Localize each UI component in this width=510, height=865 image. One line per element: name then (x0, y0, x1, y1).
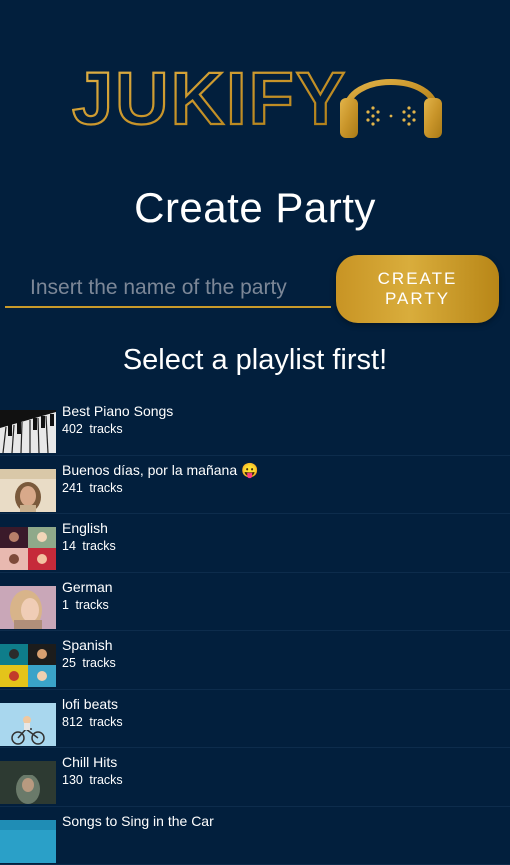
playlist-track-count: 1 tracks (62, 598, 109, 612)
party-name-input[interactable] (5, 270, 331, 308)
playlist-list: Best Piano Songs 402 tracks Buenos días,… (0, 397, 510, 865)
playlist-item[interactable]: Chill Hits 130 tracks (0, 748, 510, 807)
playlist-cover (0, 469, 56, 512)
logo-text: JUKIFY (72, 57, 347, 140)
playlist-item[interactable]: Spanish 25 tracks (0, 631, 510, 690)
playlist-cover (0, 820, 56, 863)
playlist-cover (0, 527, 56, 570)
playlist-cover (0, 644, 56, 687)
create-party-button[interactable]: CREATE PARTY (336, 255, 499, 323)
playlist-name: lofi beats (62, 696, 118, 712)
playlist-item[interactable]: lofi beats 812 tracks (0, 690, 510, 749)
playlist-track-count: 812 tracks (62, 715, 123, 729)
playlist-name: Best Piano Songs (62, 403, 173, 419)
playlist-name: Buenos días, por la mañana 😛 (62, 462, 258, 479)
playlist-section-title: Select a playlist first! (0, 344, 510, 377)
jukify-logo: JUKIFY (72, 52, 442, 144)
playlist-item[interactable]: Buenos días, por la mañana 😛 241 tracks (0, 456, 510, 515)
playlist-track-count: 130 tracks (62, 773, 123, 787)
jukify-logo-art: JUKIFY (72, 52, 442, 144)
playlist-cover (0, 586, 56, 629)
playlist-item[interactable]: German 1 tracks (0, 573, 510, 632)
playlist-track-count: 241 tracks (62, 481, 123, 495)
playlist-track-count: 14 tracks (62, 539, 116, 553)
playlist-cover (0, 410, 56, 453)
headphones-icon (340, 82, 442, 138)
playlist-cover (0, 703, 56, 746)
playlist-track-count: 402 tracks (62, 422, 123, 436)
playlist-track-count: 25 tracks (62, 656, 116, 670)
playlist-item[interactable]: Best Piano Songs 402 tracks (0, 397, 510, 456)
playlist-item[interactable]: English 14 tracks (0, 514, 510, 573)
playlist-cover (0, 761, 56, 804)
playlist-name: Spanish (62, 637, 113, 653)
playlist-name: Chill Hits (62, 754, 117, 770)
playlist-item[interactable]: Songs to Sing in the Car (0, 807, 510, 865)
playlist-name: German (62, 579, 113, 595)
page-title: Create Party (0, 184, 510, 232)
playlist-name: English (62, 520, 108, 536)
